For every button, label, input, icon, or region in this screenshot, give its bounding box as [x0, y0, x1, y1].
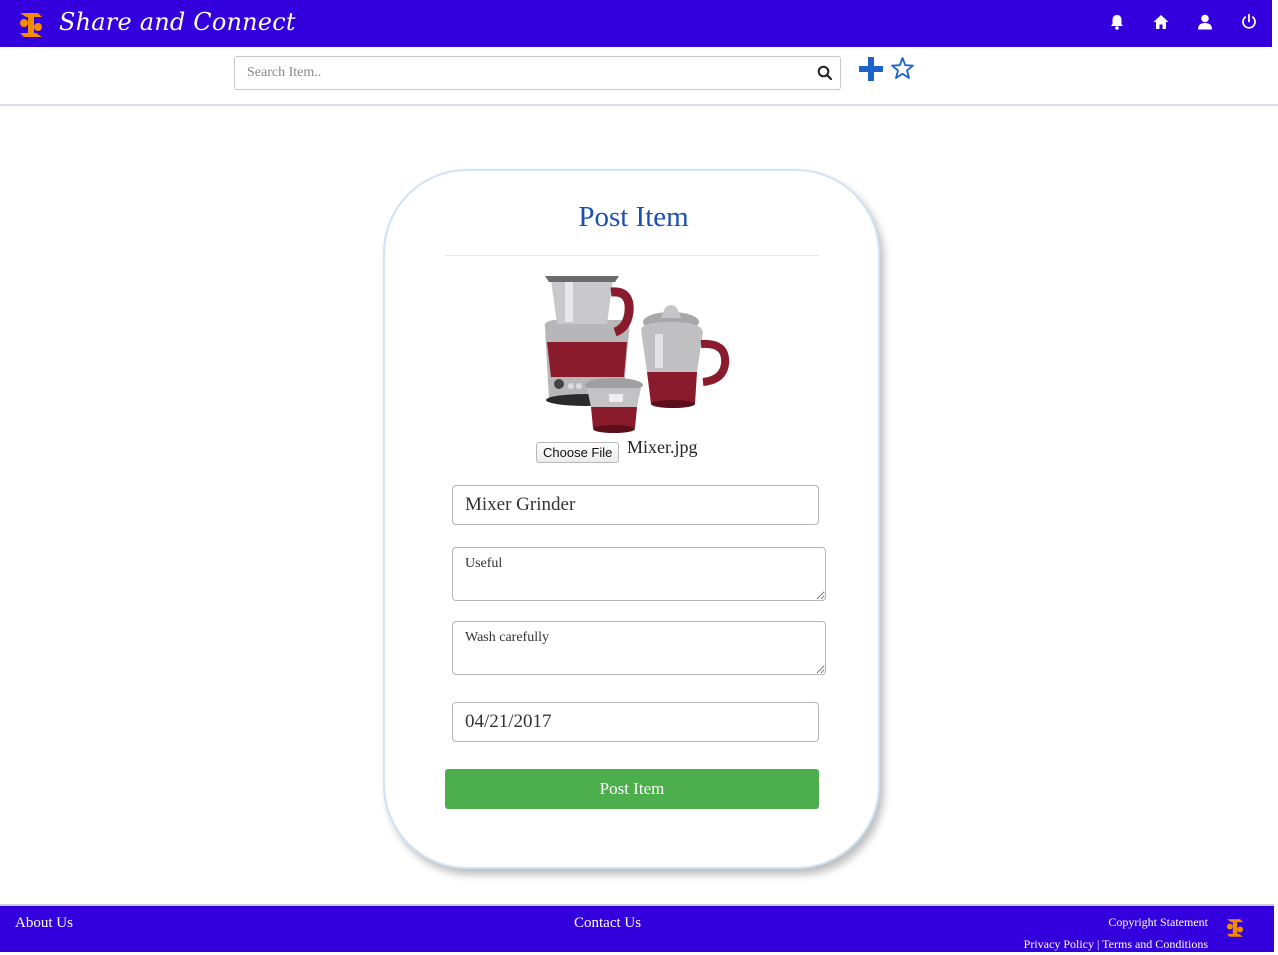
top-navbar: Share and Connect: [0, 0, 1272, 47]
post-item-card: Post Item Choose File Mixer.jpg Mixer Gr…: [383, 169, 880, 869]
instructions-field[interactable]: Wash carefully: [452, 621, 826, 675]
privacy-terms-link[interactable]: Privacy Policy | Terms and Conditions: [1024, 937, 1208, 952]
contact-us-link[interactable]: Contact Us: [574, 915, 641, 932]
post-item-button[interactable]: Post Item: [445, 769, 819, 809]
footer: About Us Contact Us Copyright Statement …: [0, 904, 1274, 952]
selected-file-name: Mixer.jpg: [627, 437, 698, 457]
choose-file-button[interactable]: Choose File: [536, 442, 620, 463]
home-icon[interactable]: [1152, 13, 1170, 31]
search-box: [234, 56, 841, 90]
power-icon[interactable]: [1240, 13, 1258, 31]
description-field[interactable]: Useful: [452, 547, 826, 601]
search-input[interactable]: [235, 57, 805, 89]
about-us-link[interactable]: About Us: [15, 915, 73, 932]
user-icon[interactable]: [1196, 13, 1214, 31]
star-icon[interactable]: [890, 56, 915, 81]
title-divider: [445, 255, 819, 256]
app-title[interactable]: Share and Connect: [59, 8, 296, 36]
bell-icon[interactable]: [1108, 13, 1126, 31]
item-name-field[interactable]: [452, 485, 819, 525]
footer-logo-icon: [1224, 916, 1246, 940]
form-title: Post Item: [578, 201, 689, 233]
date-field[interactable]: [452, 702, 819, 742]
share-hands-logo-icon[interactable]: [16, 9, 46, 41]
search-bar-row: [0, 47, 1278, 106]
copyright-link[interactable]: Copyright Statement: [1108, 915, 1208, 930]
plus-icon[interactable]: [858, 56, 884, 82]
search-icon[interactable]: [817, 65, 833, 81]
mixer-grinder-image: [531, 272, 731, 437]
